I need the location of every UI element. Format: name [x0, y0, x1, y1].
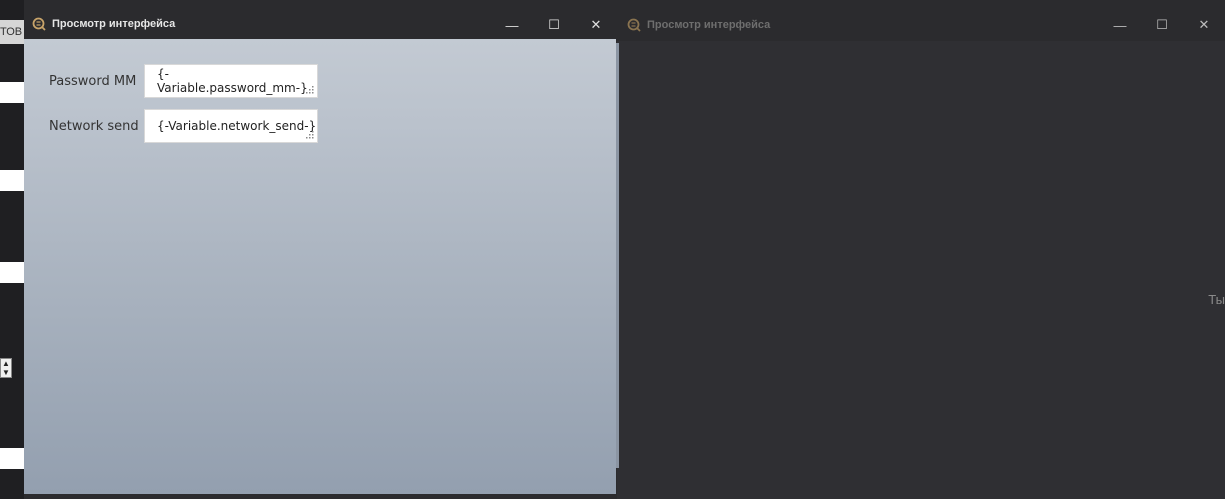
app-logo-icon — [32, 17, 46, 31]
window-titlebar[interactable]: Просмотр интерфейса — ☐ ✕ — [617, 9, 1225, 41]
field-value: {-Variable.network_send-} — [157, 119, 317, 133]
window-title: Просмотр интерфейса — [52, 18, 176, 30]
field-label: Network send — [49, 118, 139, 134]
clipped-edge-text: Ты — [1208, 292, 1225, 307]
background-app-label: ТОВ — [0, 20, 24, 44]
background-spinner: ▲ ▼ — [0, 358, 12, 378]
background-row — [0, 262, 24, 283]
interface-preview-window-inactive[interactable]: Просмотр интерфейса — ☐ ✕ Ты — [617, 9, 1225, 499]
interface-preview-window[interactable]: Просмотр интерфейса — ☐ ✕ Password MM {-… — [24, 9, 619, 494]
resize-grip-icon[interactable] — [306, 86, 314, 94]
close-icon[interactable]: ✕ — [575, 9, 617, 41]
form-row-network-send: Network send {-Variable.network_send-} — [49, 109, 318, 143]
field-value: {-Variable.password_mm-} — [157, 67, 308, 95]
background-row — [0, 170, 24, 191]
background-app-strip: ТОВ ▲ ▼ — [0, 0, 24, 499]
form-row-password-mm: Password MM {-Variable.password_mm-} — [49, 64, 318, 98]
resize-grip-icon[interactable] — [306, 131, 314, 139]
maximize-icon[interactable]: ☐ — [1141, 9, 1183, 41]
close-icon[interactable]: ✕ — [1183, 9, 1225, 41]
field-label: Password MM — [49, 73, 137, 89]
minimize-icon[interactable]: — — [1099, 9, 1141, 41]
window-edge-scrollbar[interactable] — [616, 43, 619, 468]
maximize-icon[interactable]: ☐ — [533, 9, 575, 41]
password-mm-field[interactable]: {-Variable.password_mm-} — [144, 64, 318, 98]
window-title: Просмотр интерфейса — [647, 19, 771, 31]
network-send-field[interactable]: {-Variable.network_send-} — [144, 109, 318, 143]
window-content: Password MM {-Variable.password_mm-} Net… — [24, 39, 616, 494]
app-logo-icon — [627, 18, 641, 32]
background-row — [0, 448, 24, 469]
background-row — [0, 82, 24, 103]
window-titlebar[interactable]: Просмотр интерфейса — ☐ ✕ — [24, 9, 617, 39]
minimize-icon[interactable]: — — [491, 9, 533, 41]
